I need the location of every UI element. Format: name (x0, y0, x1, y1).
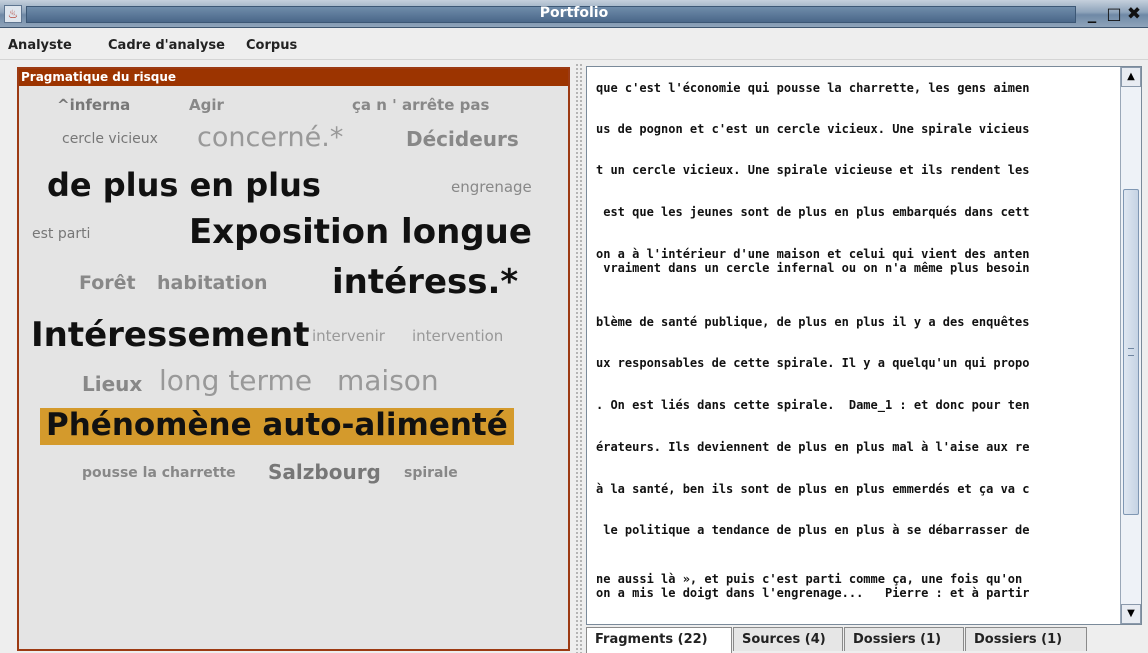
cloud-word[interactable]: engrenage (451, 180, 532, 195)
fragment-line[interactable]: est que les jeunes sont de plus en plus … (596, 205, 1029, 219)
cloud-word[interactable]: Intéressement (31, 318, 309, 352)
menu-cadre-analyse[interactable]: Cadre d'analyse (108, 38, 225, 53)
tab-dossiers-2[interactable]: Dossiers (1) (965, 627, 1087, 651)
cloud-word[interactable]: Salzbourg (268, 462, 381, 482)
cloud-word[interactable]: Exposition longue (189, 215, 532, 249)
fragment-line[interactable]: le politique a tendance de plus en plus … (596, 523, 1029, 537)
menu-corpus[interactable]: Corpus (246, 38, 297, 53)
fragment-line[interactable]: ne aussi là », et puis c'est parti comme… (596, 572, 1022, 586)
scroll-up-icon[interactable]: ▲ (1121, 67, 1141, 87)
cloud-word[interactable]: maison (337, 367, 439, 395)
cloud-word[interactable]: ^inferna (57, 98, 130, 113)
cloud-word[interactable]: de plus en plus (47, 169, 321, 201)
fragment-line[interactable]: on a à l'intérieur d'une maison et celui… (596, 247, 1029, 261)
grip-icon (1128, 348, 1134, 356)
cloud-word[interactable]: concerné.* (197, 124, 343, 151)
cloud-word-selected[interactable]: Phénomène auto-alimenté (40, 408, 514, 445)
tab-dossiers[interactable]: Dossiers (1) (844, 627, 964, 651)
fragment-line[interactable]: us de pognon et c'est un cercle vicieux.… (596, 122, 1029, 136)
fragment-line[interactable]: t un cercle vicieux. Une spirale vicieus… (596, 163, 1029, 177)
fragment-line[interactable]: blème de santé publique, de plus en plus… (596, 315, 1029, 329)
cloud-word[interactable]: intervention (412, 329, 503, 344)
cloud-word[interactable]: Décideurs (406, 129, 519, 149)
panel-title: Pragmatique du risque (19, 69, 568, 86)
cloud-word[interactable]: pousse la charrette (82, 466, 236, 480)
close-button[interactable]: ✖ (1124, 4, 1144, 24)
tab-sources[interactable]: Sources (4) (733, 627, 843, 651)
cloud-word[interactable]: Forêt (79, 274, 136, 293)
cloud-word[interactable]: ça n ' arrête pas (352, 98, 489, 113)
tab-fragments[interactable]: Fragments (22) (586, 627, 732, 653)
fragment-line[interactable]: vraiment dans un cercle infernal ou on n… (596, 261, 1029, 275)
fragment-line[interactable]: ux responsables de cette spirale. Il y a… (596, 356, 1029, 370)
fragment-line[interactable]: que c'est l'économie qui pousse la charr… (596, 81, 1029, 95)
cloud-word[interactable]: habitation (157, 274, 268, 293)
fragment-line[interactable]: . On est liés dans cette spirale. Dame_1… (596, 398, 1029, 412)
cloud-word[interactable]: cercle vicieux (62, 132, 158, 146)
menu-bar: Analyste Cadre d'analyse Corpus (0, 28, 1148, 60)
word-cloud: ^inferna Agir ça n ' arrête pas cercle v… (19, 86, 568, 649)
cloud-word[interactable]: intéress.* (332, 265, 518, 299)
title-bar: ♨ Portfolio _ □ ✖ (0, 0, 1148, 28)
minimize-button[interactable]: _ (1082, 4, 1102, 24)
fragment-line[interactable]: érateurs. Ils deviennent de plus en plus… (596, 440, 1029, 454)
tab-bar: Fragments (22) Sources (4) Dossiers (1) … (586, 627, 1146, 653)
menu-analyste[interactable]: Analyste (8, 38, 72, 53)
fragment-line[interactable]: à la santé, ben ils sont de plus en plus… (596, 482, 1029, 496)
cloud-word[interactable]: long terme (159, 367, 312, 395)
maximize-button[interactable]: □ (1104, 4, 1124, 24)
scroll-down-icon[interactable]: ▼ (1121, 604, 1141, 624)
split-pane-divider[interactable] (575, 63, 583, 653)
fragments-panel: que c'est l'économie qui pousse la charr… (586, 66, 1142, 625)
cloud-word[interactable]: est parti (32, 227, 90, 241)
cloud-word[interactable]: Agir (189, 98, 224, 113)
word-cloud-panel: Pragmatique du risque ^inferna Agir ça n… (17, 67, 570, 651)
cloud-word[interactable]: spirale (404, 466, 458, 480)
cloud-word[interactable]: intervenir (312, 329, 385, 344)
vertical-scrollbar[interactable]: ▲ ▼ (1120, 67, 1141, 624)
cloud-word[interactable]: Lieux (82, 374, 142, 394)
fragment-line[interactable]: on a mis le doigt dans l'engrenage... Pi… (596, 586, 1029, 600)
scroll-thumb[interactable] (1123, 189, 1139, 515)
window-title: Portfolio (539, 5, 609, 21)
